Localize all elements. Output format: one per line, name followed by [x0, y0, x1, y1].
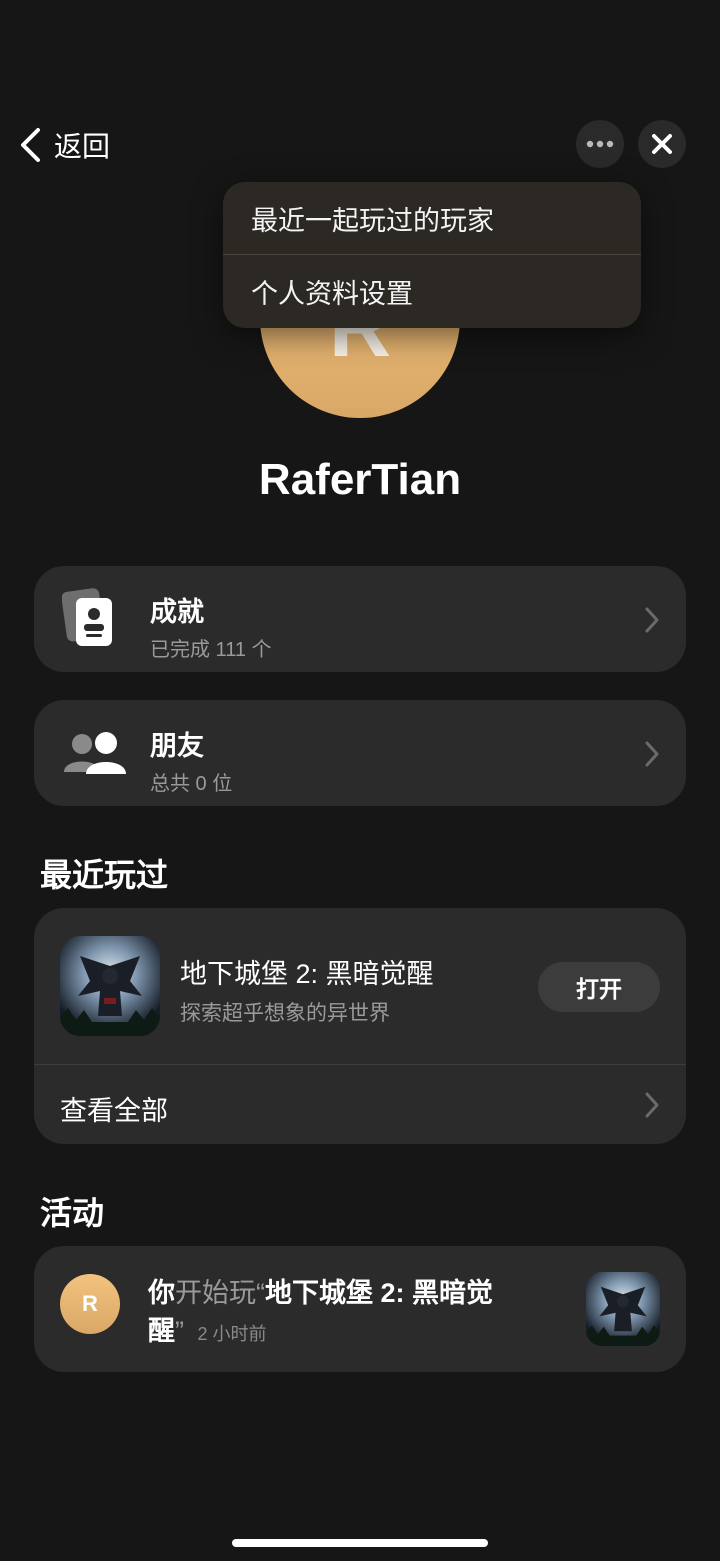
username: RaferTian: [258, 455, 462, 504]
back-label: 返回: [54, 131, 111, 162]
friends-title: 朋友: [150, 731, 204, 761]
chevron-left-icon: [21, 128, 40, 162]
friends-card[interactable]: 朋友 总共 0 位: [34, 700, 686, 806]
activity-avatar: R: [60, 1274, 120, 1334]
chevron-right-icon: [645, 1092, 659, 1118]
game-artwork: [60, 936, 160, 1036]
home-indicator[interactable]: [232, 1539, 488, 1547]
open-game-button[interactable]: 打开: [538, 962, 660, 1012]
menu-item-label: 最近一起玩过的玩家: [251, 205, 494, 236]
view-all-label: 查看全部: [60, 1096, 168, 1126]
achievements-card[interactable]: 成就 已完成 111 个: [34, 566, 686, 672]
game-artwork: [586, 1272, 660, 1346]
more-options-button[interactable]: [576, 120, 624, 168]
menu-item-recent-players[interactable]: 最近一起玩过的玩家: [223, 182, 641, 254]
achievements-icon: [62, 588, 112, 646]
back-button[interactable]: 返回: [18, 122, 110, 168]
activity-subject: 你: [148, 1278, 175, 1308]
activity-game-name: 地下城堡 2: 黑暗觉: [265, 1278, 494, 1308]
recent-section-title: 最近玩过: [40, 857, 169, 893]
chevron-right-icon: [645, 741, 659, 767]
view-all-row[interactable]: 查看全部: [34, 1065, 686, 1144]
activity-time: 2 小时前: [197, 1324, 267, 1344]
activity-game-icon[interactable]: [586, 1272, 660, 1346]
game-app-icon[interactable]: [60, 936, 160, 1036]
activity-verb: 开始玩: [175, 1278, 256, 1308]
close-icon: [652, 134, 672, 154]
activity-text: 你开始玩“地下城堡 2: 黑暗觉醒” 2 小时前: [148, 1274, 538, 1353]
activity-open-quote: “: [256, 1278, 265, 1308]
chevron-right-icon: [645, 607, 659, 633]
menu-item-label: 个人资料设置: [251, 278, 413, 309]
menu-item-profile-settings[interactable]: 个人资料设置: [223, 255, 641, 327]
game-description: 探索超乎想象的异世界: [180, 1002, 390, 1025]
activity-game-name-cont: 醒: [148, 1316, 175, 1346]
options-menu: 最近一起玩过的玩家 个人资料设置: [223, 182, 641, 328]
close-button[interactable]: [638, 120, 686, 168]
friends-subtitle: 总共 0 位: [150, 773, 233, 795]
game-name: 地下城堡 2: 黑暗觉醒: [180, 959, 434, 989]
friends-icon: [64, 732, 126, 774]
ellipsis-icon: [586, 140, 614, 148]
achievements-subtitle: 已完成 111 个: [150, 639, 272, 661]
activity-card[interactable]: R 你开始玩“地下城堡 2: 黑暗觉醒” 2 小时前: [34, 1246, 686, 1372]
activity-close-quote: ”: [175, 1316, 184, 1346]
achievements-title: 成就: [150, 597, 204, 627]
activity-section-title: 活动: [40, 1195, 105, 1231]
